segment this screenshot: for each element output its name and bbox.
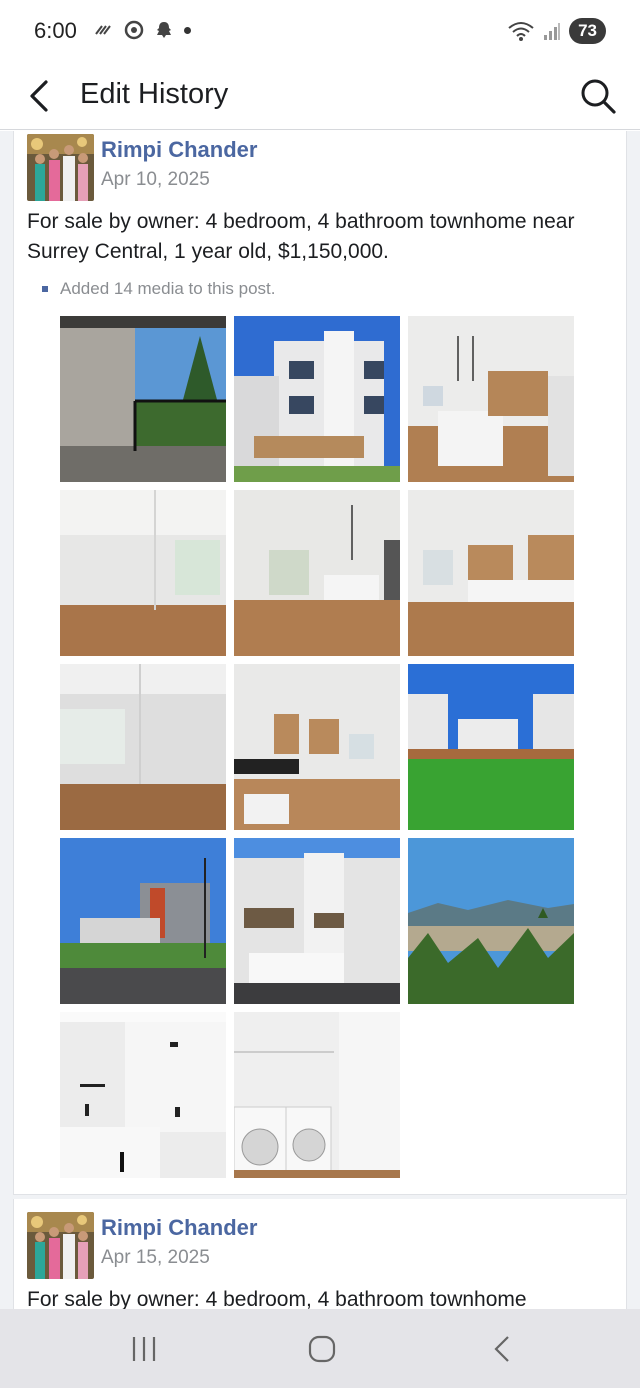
status-bar: 6:00 73 <box>0 0 640 62</box>
author-name[interactable]: Rimpi Chander <box>101 1215 257 1241</box>
bullet-icon <box>42 286 48 292</box>
page-title: Edit History <box>80 78 229 110</box>
media-thumbnail-city-view[interactable] <box>408 838 574 1004</box>
media-thumbnail-living-kitchen[interactable] <box>234 490 400 656</box>
cell-signal-icon <box>544 23 561 40</box>
media-thumbnail-empty-room[interactable] <box>60 664 226 830</box>
post-date: Apr 15, 2025 <box>101 1247 210 1268</box>
recent-apps-icon[interactable] <box>124 1331 164 1367</box>
media-thumbnail-rear-exterior[interactable] <box>234 838 400 1004</box>
app-header: Edit History <box>0 62 640 130</box>
system-nav-bar <box>0 1309 640 1388</box>
chevron-left-icon[interactable] <box>22 76 62 116</box>
signal-lines-icon <box>95 25 111 35</box>
notification-icons <box>94 20 191 40</box>
post-text: For sale by owner: 4 bedroom, 4 bathroom… <box>27 1288 527 1309</box>
media-thumbnail-bedroom[interactable] <box>60 490 226 656</box>
media-note-text: Added 14 media to this post. <box>60 279 276 298</box>
wifi-icon <box>508 22 534 41</box>
status-time: 6:00 <box>34 18 77 43</box>
media-thumbnail-bathroom[interactable] <box>60 1012 226 1178</box>
chrome-icon <box>124 20 144 40</box>
author-name[interactable]: Rimpi Chander <box>101 137 257 163</box>
media-change-note: Added 14 media to this post. <box>42 279 275 299</box>
history-entry: Rimpi Chander Apr 10, 2025 For sale by o… <box>13 131 627 1195</box>
media-thumbnail-kitchen[interactable] <box>408 316 574 482</box>
avatar[interactable] <box>27 134 94 201</box>
media-thumbnail-exterior-front[interactable] <box>234 316 400 482</box>
media-thumbnail-courtyard[interactable] <box>408 664 574 830</box>
media-thumbnail-fireplace-room[interactable] <box>234 664 400 830</box>
media-thumbnail-balcony[interactable] <box>60 316 226 482</box>
notification-dot-icon <box>184 26 191 34</box>
edit-history-list[interactable]: Rimpi Chander Apr 10, 2025 For sale by o… <box>0 131 640 1309</box>
search-icon[interactable] <box>578 76 618 116</box>
post-date: Apr 10, 2025 <box>101 169 210 190</box>
snapchat-icon <box>157 22 171 38</box>
media-thumbnail-laundry[interactable] <box>234 1012 400 1178</box>
media-thumbnail-living-room[interactable] <box>408 490 574 656</box>
post-text: For sale by owner: 4 bedroom, 4 bathroom… <box>27 210 575 263</box>
media-thumbnail-street-view[interactable] <box>60 838 226 1004</box>
avatar[interactable] <box>27 1212 94 1279</box>
battery-indicator: 73 <box>569 18 606 44</box>
home-icon[interactable] <box>302 1331 342 1367</box>
back-icon[interactable] <box>482 1331 522 1367</box>
history-entry: Rimpi Chander Apr 15, 2025 For sale by o… <box>13 1199 627 1309</box>
